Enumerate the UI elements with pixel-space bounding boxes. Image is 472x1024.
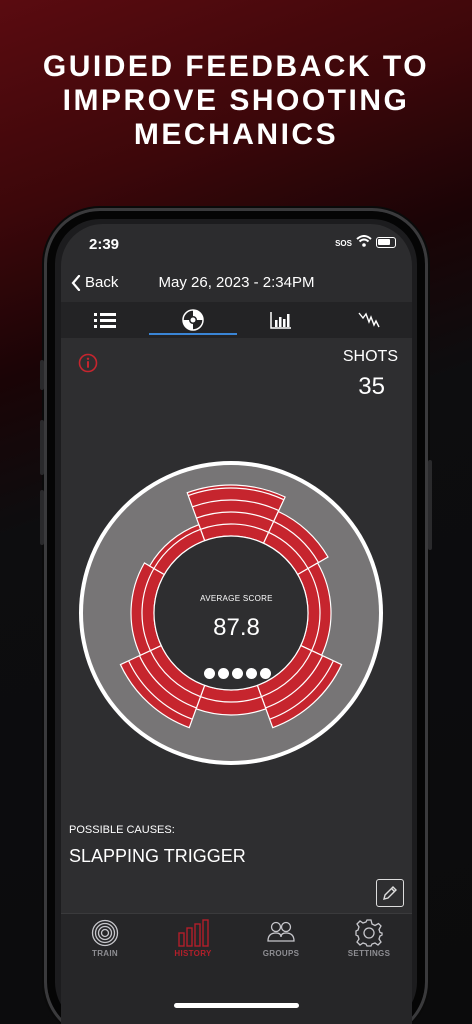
tab-waveform[interactable] [325, 302, 412, 338]
power-button [428, 460, 432, 550]
status-bar: 2:39 SOS [61, 224, 412, 268]
shot-dot [246, 668, 257, 679]
page-title: May 26, 2023 - 2:34PM [158, 274, 315, 291]
bottom-tab-label: TRAIN [92, 949, 118, 958]
pencil-icon [383, 886, 397, 900]
active-tab-indicator [149, 333, 237, 335]
nav-bar: Back May 26, 2023 - 2:34PM [61, 268, 412, 302]
volume-up-button [40, 420, 44, 475]
bar-chart-icon [270, 312, 291, 329]
bottom-tab-history[interactable]: HISTORY [149, 919, 237, 969]
shot-dot [218, 668, 229, 679]
groups-icon [267, 921, 295, 942]
headline: GUIDED FEEDBACK TO IMPROVE SHOOTING MECH… [0, 50, 472, 152]
status-time: 2:39 [89, 236, 120, 253]
shot-dot [260, 668, 271, 679]
bottom-tab-label: GROUPS [262, 949, 300, 958]
shot-dots [204, 668, 271, 679]
headline-line-1: GUIDED FEEDBACK TO [42, 50, 430, 83]
shots-count: 35 [358, 373, 385, 400]
bottom-tab-label: SETTINGS [347, 949, 391, 958]
waveform-icon [358, 312, 380, 328]
info-icon[interactable] [78, 353, 98, 373]
battery-icon [376, 237, 396, 248]
bottom-tab-train[interactable]: TRAIN [61, 919, 149, 969]
average-score-label: AVERAGE SCORE [200, 594, 273, 603]
target-icon [91, 919, 119, 947]
bottom-tab-settings[interactable]: SETTINGS [325, 919, 412, 969]
headline-line-3: MECHANICS [133, 118, 339, 151]
possible-causes-label: POSSIBLE CAUSES: [69, 824, 175, 836]
shots-label: SHOTS [342, 348, 398, 365]
top-tab-bar [61, 302, 412, 338]
wifi-icon [356, 235, 372, 247]
possible-causes-value: SLAPPING TRIGGER [69, 846, 246, 866]
main-content: SHOTS 35 AVERAGE SCORE 87.8 POSSIBLE CAU… [61, 338, 412, 913]
shot-dot [232, 668, 243, 679]
bottom-tab-label: HISTORY [174, 949, 212, 958]
edit-button[interactable] [376, 879, 404, 907]
tab-chart[interactable] [237, 302, 325, 338]
bottom-tab-bar: TRAIN HISTORY GROUPS SETTINGS [61, 913, 412, 1024]
home-indicator [174, 1003, 299, 1008]
volume-down-button [40, 490, 44, 545]
mute-switch [40, 360, 44, 390]
tab-list[interactable] [61, 302, 149, 338]
headline-line-2: IMPROVE SHOOTING [62, 84, 410, 117]
app-screen: 2:39 SOS Back May 26, 2023 - 2:34PM SHOT… [61, 224, 412, 1024]
average-score-value: 87.8 [213, 614, 260, 641]
sos-indicator: SOS [335, 239, 352, 248]
target-wheel-icon [182, 309, 204, 331]
gear-icon [355, 919, 383, 947]
history-bars-icon [178, 919, 209, 947]
shot-analysis-wheel [79, 461, 383, 765]
shot-dot [204, 668, 215, 679]
list-icon [94, 313, 116, 328]
bottom-tab-groups[interactable]: GROUPS [237, 919, 325, 969]
